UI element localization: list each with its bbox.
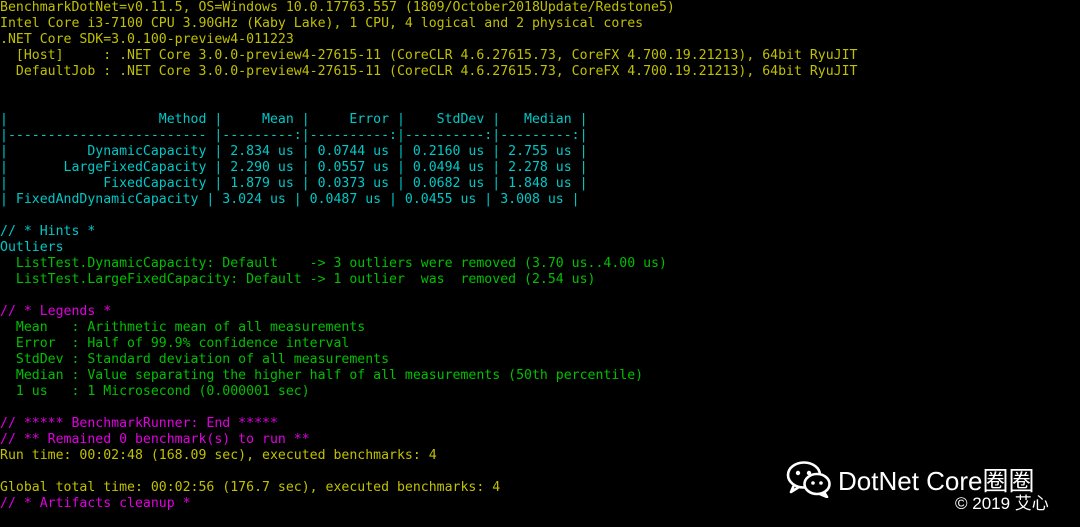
header-line: [Host] : .NET Core 3.0.0-preview4-27615-… xyxy=(0,48,858,63)
table-row: | FixedCapacity | 1.879 us | 0.0373 us |… xyxy=(0,176,588,191)
table-row: | FixedAndDynamicCapacity | 3.024 us | 0… xyxy=(0,192,580,207)
legend-line: StdDev : Standard deviation of all measu… xyxy=(0,352,390,367)
legend-line: Median : Value separating the higher hal… xyxy=(0,368,644,383)
run-time-line: Run time: 00:02:48 (168.09 sec), execute… xyxy=(0,448,437,463)
console-window[interactable]: BenchmarkDotNet=v0.11.5, OS=Windows 10.0… xyxy=(0,0,1080,527)
global-total-line: Global total time: 00:02:56 (176.7 sec),… xyxy=(0,480,501,495)
artifacts-line: // * Artifacts cleanup * xyxy=(0,496,191,511)
wechat-icon xyxy=(786,461,831,498)
table-separator: |------------------------- |---------:|-… xyxy=(0,128,588,143)
legend-line: Mean : Arithmetic mean of all measuremen… xyxy=(0,320,366,335)
header-line: .NET Core SDK=3.0.100-preview4-011223 xyxy=(0,32,294,47)
header-line: DefaultJob : .NET Core 3.0.0-preview4-27… xyxy=(0,64,858,79)
copyright-text: © 2019 艾心 xyxy=(955,494,1049,513)
table-header: | Method | Mean | Error | StdDev | Media… xyxy=(0,112,588,127)
legend-line: Error : Half of 99.9% confidence interva… xyxy=(0,336,350,351)
remained-line: // ** Remained 0 benchmark(s) to run ** xyxy=(0,432,310,447)
table-row: | LargeFixedCapacity | 2.290 us | 0.0557… xyxy=(0,160,588,175)
hints-subtitle: Outliers xyxy=(0,240,64,255)
table-row: | DynamicCapacity | 2.834 us | 0.0744 us… xyxy=(0,144,588,159)
legends-title: // * Legends * xyxy=(0,304,112,319)
runner-end-line: // ***** BenchmarkRunner: End ***** xyxy=(0,416,278,431)
hint-line: ListTest.DynamicCapacity: Default -> 3 o… xyxy=(0,256,667,271)
hint-line: ListTest.LargeFixedCapacity: Default -> … xyxy=(0,272,596,287)
header-line: Intel Core i3-7100 CPU 3.90GHz (Kaby Lak… xyxy=(0,16,644,31)
legend-line: 1 us : 1 Microsecond (0.000001 sec) xyxy=(0,384,310,399)
header-line: BenchmarkDotNet=v0.11.5, OS=Windows 10.0… xyxy=(0,0,675,15)
hints-title: // * Hints * xyxy=(0,224,96,239)
